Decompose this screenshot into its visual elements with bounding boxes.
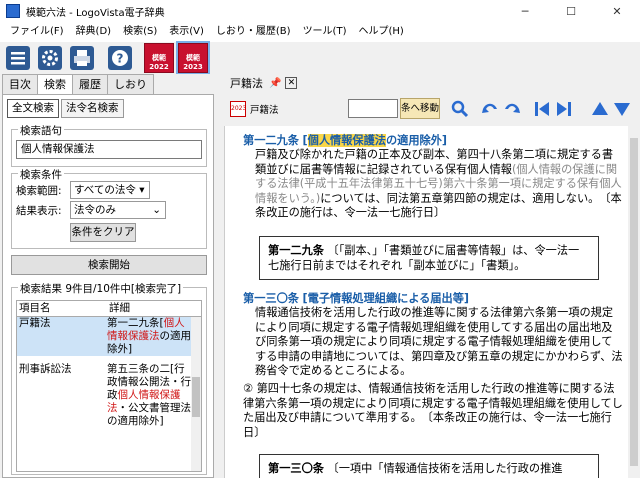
close-tab-icon[interactable]: ✕ bbox=[285, 77, 298, 89]
tab-search[interactable]: 検索 bbox=[37, 74, 73, 95]
column-item[interactable]: 項目名 bbox=[17, 301, 107, 316]
article-129-number: 第一二九条 bbox=[243, 134, 299, 147]
range-label: 検索範囲: bbox=[16, 185, 62, 197]
tab-fulltext-search[interactable]: 全文検索 bbox=[7, 99, 59, 118]
pin-icon[interactable]: 📌 bbox=[269, 78, 281, 89]
forward-icon[interactable] bbox=[502, 99, 522, 119]
search-pane: 全文検索 法令名検索 検索語句 個人情報保護法 検索条件 検索範囲: すべての法… bbox=[2, 94, 214, 478]
dictionary-2023-icon[interactable]: 模範 2023 bbox=[176, 41, 210, 75]
article-129-body: 戸籍及び除かれた戸籍の正本及び副本、第四十八条第二項に規定する書類並びに届書等情… bbox=[255, 148, 622, 220]
next-article-icon[interactable] bbox=[554, 99, 574, 119]
search-term-group: 検索語句 個人情報保護法 bbox=[11, 123, 207, 167]
results-scrollbar[interactable] bbox=[191, 317, 201, 471]
app-icon bbox=[6, 4, 20, 18]
dictionary-icon: 2023 bbox=[230, 101, 246, 117]
main-toolbar: ? 模範 2022 模範 2023 bbox=[0, 41, 640, 75]
article-130-note-box: 第一三〇条 〔一項中「情報通信技術を活用した行政の推進 bbox=[259, 454, 599, 478]
dictionary-2023-top: 模範 bbox=[186, 54, 200, 62]
article-129: 第一二九条 [個人情報保護法の適用除外] 戸籍及び除かれた戸籍の正本及び副本、第… bbox=[243, 134, 623, 220]
search-term-label: 検索語句 bbox=[18, 123, 64, 138]
document-tab-label: 戸籍法 bbox=[230, 77, 263, 90]
table-row[interactable]: 刑事訴訟法 第五三条の二[行政情報公開法・行政個人情報保護法・公文書管理法の適用… bbox=[17, 363, 201, 429]
scroll-down-icon[interactable] bbox=[612, 99, 632, 119]
close-button[interactable]: ✕ bbox=[594, 0, 640, 22]
article-130-body: 情報通信技術を活用した行政の推進等に関する法律第六条第一項の規定により同項に規定… bbox=[255, 306, 623, 378]
search-conditions-label: 検索条件 bbox=[18, 167, 64, 182]
left-panel: 目次 検索 履歴 しおり 全文検索 法令名検索 検索語句 個人情報保護法 検索条… bbox=[0, 74, 216, 478]
result-item: 刑事訴訟法 bbox=[19, 363, 72, 375]
search-start-button[interactable]: 検索開始 bbox=[11, 255, 207, 275]
result-item: 戸籍法 bbox=[19, 317, 51, 329]
print-icon[interactable] bbox=[68, 44, 96, 72]
settings-icon[interactable] bbox=[36, 44, 64, 72]
note-box-text: 〔一項中「情報通信技術を活用した行政の推進 bbox=[327, 462, 563, 475]
jump-to-article-button[interactable]: 条へ移動 bbox=[400, 98, 440, 119]
article-129-note-box: 第一二九条 〔「副本、」「書類並びに届書等情報」は、令一法一七施行日前まではそれ… bbox=[259, 236, 599, 280]
column-detail[interactable]: 詳細 bbox=[107, 301, 130, 316]
article-130: 第一三〇条 [電子情報処理組織による届出等] 情報通信技術を活用した行政の推進等… bbox=[243, 292, 623, 440]
dictionary-2023-year: 2023 bbox=[183, 63, 203, 71]
tab-history[interactable]: 履歴 bbox=[72, 74, 108, 94]
chevron-down-icon: ⌄ bbox=[152, 204, 161, 216]
search-term-input[interactable]: 個人情報保護法 bbox=[16, 140, 202, 159]
svg-text:?: ? bbox=[117, 52, 124, 66]
menu-help[interactable]: ヘルプ(H) bbox=[352, 23, 409, 41]
scroll-up-icon[interactable] bbox=[590, 99, 610, 119]
menu-file[interactable]: ファイル(F) bbox=[4, 23, 70, 41]
document-content: 第一二九条 [個人情報保護法の適用除外] 戸籍及び除かれた戸籍の正本及び副本、第… bbox=[224, 126, 630, 478]
tab-lawname-search[interactable]: 法令名検索 bbox=[61, 99, 124, 118]
title-bar: 模範六法 - LogoVista電子辞典 ─ ☐ ✕ bbox=[0, 0, 640, 22]
document-tab[interactable]: 戸籍法 📌 ✕ bbox=[230, 74, 298, 92]
search-results-group: 検索結果 9件目/10件中[検索完了] 項目名 詳細 戸籍法 第一二九条[個人情… bbox=[11, 281, 207, 475]
article-130-paragraph-2: ② 第四十七条の規定は、情報通信技術を活用した行政の推進等に関する法律第六条第一… bbox=[243, 382, 623, 439]
article-number-input[interactable] bbox=[348, 99, 398, 118]
table-row[interactable]: 戸籍法 第一二九条[個人情報保護法の適用除外] bbox=[17, 317, 201, 357]
previous-article-icon[interactable] bbox=[532, 99, 552, 119]
document-panel: 戸籍法 📌 ✕ 2023 戸籍法 条へ移動 第一二九条 [個人情報保護法の適用除… bbox=[224, 74, 640, 478]
document-dict-name: 戸籍法 bbox=[250, 105, 279, 116]
menu-bookmarks[interactable]: しおり・履歴(B) bbox=[210, 23, 297, 41]
window-title: 模範六法 - LogoVista電子辞典 bbox=[26, 7, 165, 19]
range-select[interactable]: すべての法令 ▾ bbox=[70, 181, 150, 199]
search-conditions-group: 検索条件 検索範囲: すべての法令 ▾ 結果表示: 法令のみ ⌄ 条件をクリア bbox=[11, 167, 207, 249]
minimize-button[interactable]: ─ bbox=[502, 0, 548, 22]
maximize-button[interactable]: ☐ bbox=[548, 0, 594, 22]
search-results-label: 検索結果 9件目/10件中[検索完了] bbox=[18, 281, 184, 296]
display-label: 結果表示: bbox=[16, 205, 62, 217]
help-icon[interactable]: ? bbox=[106, 44, 134, 72]
result-detail: 第一二九条[個人情報保護法の適用除外] bbox=[107, 317, 191, 355]
list-icon[interactable] bbox=[4, 44, 32, 72]
display-select-value: 法令のみ bbox=[74, 204, 116, 216]
note-box-head: 第一三〇条 bbox=[268, 462, 324, 475]
document-toolbar: 2023 戸籍法 条へ移動 bbox=[224, 94, 640, 124]
menu-view[interactable]: 表示(V) bbox=[163, 23, 210, 41]
document-scrollbar[interactable] bbox=[628, 126, 640, 478]
result-detail: 第五三条の二[行政情報公開法・行政個人情報保護法・公文書管理法の適用除外] bbox=[107, 363, 191, 427]
dictionary-2022-icon[interactable]: 模範 2022 bbox=[144, 43, 174, 73]
display-select[interactable]: 法令のみ ⌄ bbox=[70, 201, 166, 219]
dictionary-2022-top: 模範 bbox=[152, 54, 166, 62]
search-icon[interactable] bbox=[450, 99, 470, 119]
menu-dictionary[interactable]: 辞典(D) bbox=[70, 23, 118, 41]
menu-tools[interactable]: ツール(T) bbox=[297, 23, 353, 41]
clear-conditions-button[interactable]: 条件をクリア bbox=[70, 223, 136, 242]
tab-contents[interactable]: 目次 bbox=[2, 74, 38, 94]
range-select-value: すべての法令 bbox=[74, 184, 136, 196]
tab-bookmarks[interactable]: しおり bbox=[107, 74, 154, 94]
article-130-title: [電子情報処理組織による届出等] bbox=[302, 292, 470, 305]
results-table: 項目名 詳細 戸籍法 第一二九条[個人情報保護法の適用除外] 刑事訴訟法 第五三… bbox=[16, 300, 202, 472]
dictionary-2022-year: 2022 bbox=[149, 63, 169, 71]
article-129-title: [個人情報保護法の適用除外] bbox=[302, 134, 448, 147]
back-icon[interactable] bbox=[480, 99, 500, 119]
article-130-number: 第一三〇条 bbox=[243, 292, 299, 305]
menu-bar: ファイル(F) 辞典(D) 検索(S) 表示(V) しおり・履歴(B) ツール(… bbox=[0, 22, 640, 42]
menu-search[interactable]: 検索(S) bbox=[117, 23, 163, 41]
note-box-head: 第一二九条 bbox=[268, 244, 324, 257]
